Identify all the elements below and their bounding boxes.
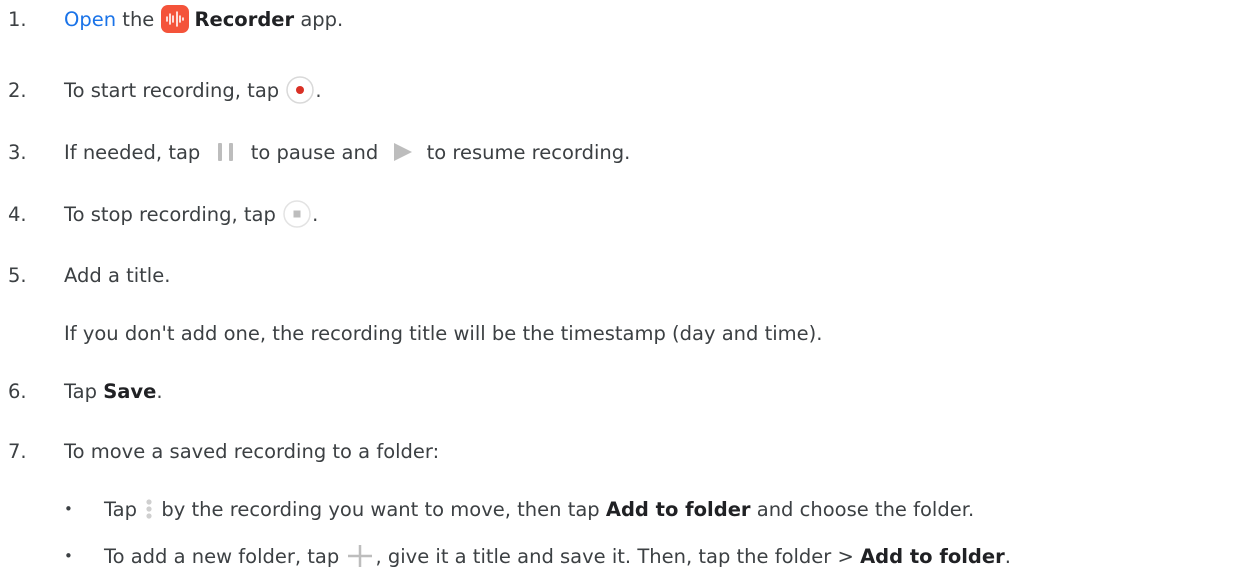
- step-3: 3. If needed, tap to pause and to resume…: [0, 137, 1243, 167]
- step-6: 6. Tap Save .: [0, 376, 1243, 406]
- bullet-text: and choose the folder.: [750, 497, 975, 521]
- step-text: to pause and: [244, 140, 385, 164]
- bullet-1: • Tap by the recording you want to move,…: [0, 494, 1243, 524]
- step-number: 2.: [8, 78, 27, 102]
- stop-icon: [283, 200, 311, 228]
- step-number: 4.: [8, 202, 27, 226]
- step-number: 3.: [8, 140, 27, 164]
- step-text: .: [312, 202, 319, 226]
- add-icon: [348, 545, 373, 567]
- bullet-mark: •: [64, 500, 73, 518]
- instructions: 1. Open the Recorder app. 2. To start re…: [0, 0, 1243, 576]
- play-icon: [394, 143, 413, 161]
- step-number: 7.: [8, 439, 27, 463]
- step-number: 5.: [8, 263, 27, 287]
- open-link[interactable]: Open: [64, 8, 116, 31]
- step-text: Tap: [64, 379, 104, 403]
- bullet-text: by the recording you want to move, then …: [155, 497, 606, 521]
- step-text: If needed, tap: [64, 140, 207, 164]
- step-4: 4. To stop recording, tap .: [0, 199, 1243, 229]
- add-to-folder-label: Add to folder: [605, 497, 751, 521]
- step-text: to resume recording.: [420, 140, 631, 164]
- step-text: .: [156, 379, 163, 403]
- more-vert-icon: [146, 499, 152, 519]
- save-label: Save: [103, 379, 157, 403]
- step-text: Add a title.: [64, 263, 171, 287]
- step-number: 6.: [8, 379, 27, 403]
- step-2: 2. To start recording, tap .: [0, 75, 1243, 105]
- bullet-text: .: [1004, 544, 1011, 568]
- step-number: 1.: [8, 7, 27, 31]
- step-7: 7. To move a saved recording to a folder…: [0, 436, 1243, 466]
- add-to-folder-label: Add to folder: [860, 544, 1005, 568]
- step-text: .: [315, 78, 322, 102]
- step-text: To start recording, tap: [64, 78, 286, 102]
- bullet-text: Tap: [104, 497, 144, 521]
- bullet-2: • To add a new folder, tap , give it a t…: [0, 541, 1243, 571]
- step-5-note: If you don't add one, the recording titl…: [64, 321, 823, 345]
- bullet-text: To add a new folder, tap: [104, 544, 346, 568]
- step-text: app.: [294, 7, 344, 31]
- bullet-mark: •: [64, 547, 73, 565]
- app-name: Recorder: [194, 7, 295, 31]
- step-1: 1. Open the Recorder app.: [0, 4, 1243, 34]
- pause-icon: [217, 143, 233, 161]
- step-text: the: [116, 7, 161, 31]
- record-icon: [286, 76, 315, 104]
- step-5: 5. Add a title.: [0, 260, 1243, 290]
- step-text: To stop recording, tap: [64, 202, 283, 226]
- recorder-app-icon: [160, 5, 189, 33]
- bullet-text: , give it a title and save it. Then, tap…: [375, 544, 861, 568]
- step-text: To move a saved recording to a folder:: [64, 439, 440, 463]
